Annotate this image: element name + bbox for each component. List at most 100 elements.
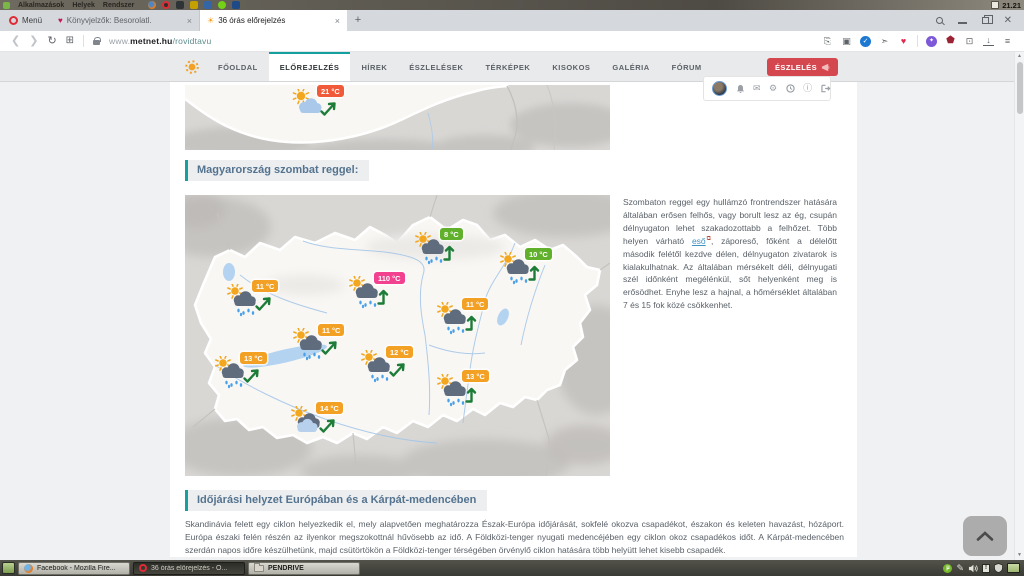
close-icon[interactable]: ✕ [1004, 16, 1012, 26]
wind-arrow-up-icon [442, 242, 458, 267]
terminal-launcher[interactable] [176, 1, 184, 9]
taskbar: Facebook - Mozilla Fire... 36 órás előre… [0, 560, 1024, 576]
browser-tab-bar: Menü ♥ Könyvjelzők: Besorolatl. × ☀36 órá… [0, 10, 1024, 31]
tablet-pen-icon[interactable]: ✎ [956, 564, 964, 573]
panel-menu-helyek[interactable]: Helyek [72, 2, 95, 9]
reload-icon[interactable]: ↻ [47, 36, 56, 47]
heart-icon: ♥ [58, 16, 63, 25]
wind-arrow-ne-icon [320, 338, 339, 362]
metnet-sun-logo-icon[interactable] [184, 59, 200, 75]
temperature-badge: 8 °C [440, 228, 463, 240]
graphics-launcher[interactable] [190, 1, 198, 9]
secure-lock-icon[interactable] [93, 40, 100, 45]
share-icon[interactable]: ⎘ [822, 36, 833, 47]
browser-toolbar-icons: ⎘ ▣ ✓ ➣ ♥ ✦ ⬟ ⊡ ↓ ≡ [822, 35, 1013, 47]
temperature-badge: 11 °C [318, 324, 344, 336]
vpn-badge-icon[interactable]: ✓ [860, 36, 871, 47]
weather-station: 10 °C [498, 249, 562, 291]
wine-launcher[interactable] [204, 1, 212, 9]
wind-arrow-ne-icon [388, 360, 407, 384]
wind-arrow-up-icon [527, 262, 543, 287]
nav-item-0[interactable]: FŐOLDAL [207, 52, 269, 81]
nav-item-6[interactable]: GALÉRIA [601, 52, 660, 81]
scrollbar-down-icon[interactable]: ▼ [1015, 551, 1024, 560]
browser-tab-1[interactable]: ☀36 órás előrejelzés × [199, 10, 347, 31]
history-clock-icon[interactable] [786, 84, 795, 93]
distro-menu-icon[interactable] [3, 2, 10, 9]
battery-icon[interactable] [1007, 563, 1020, 573]
megaphone-icon [821, 63, 830, 72]
logout-icon[interactable] [821, 84, 831, 93]
eszleles-button[interactable]: ÉSZLELÉS [767, 58, 838, 76]
scrollbar-up-icon[interactable]: ▲ [1015, 52, 1024, 61]
divider [917, 35, 918, 47]
hungary-weather-map: 11 °C 8 °C 10 °C 110 °C 11 °C 13 °C 11 °… [185, 195, 610, 476]
extension-purple-icon[interactable]: ✦ [926, 36, 937, 47]
minimize-icon[interactable] [958, 22, 967, 24]
adblock-shield-icon[interactable]: ⬟ [945, 36, 956, 47]
settings-sliders-icon[interactable]: ≡ [1002, 36, 1013, 47]
nav-item-1[interactable]: ELŐREJELZÉS [269, 52, 351, 81]
scrollbar-thumb[interactable] [1017, 62, 1023, 114]
media-player-launcher[interactable] [232, 1, 240, 9]
temperature-badge: 110 °C [374, 272, 405, 284]
scrollbar[interactable]: ▲ ▼ [1014, 52, 1024, 560]
show-desktop-button[interactable] [2, 562, 15, 574]
temperature-badge: 11 °C [462, 298, 488, 310]
security-shield-icon[interactable] [994, 563, 1003, 573]
speed-dial-icon[interactable]: ⊞ [66, 36, 74, 46]
browser-tab-0[interactable]: ♥ Könyvjelzők: Besorolatl. × [51, 10, 199, 31]
avatar[interactable] [712, 81, 727, 96]
weather-station: 12 °C [359, 347, 423, 389]
panel-menu-alkalmazások[interactable]: Alkalmazások [18, 2, 64, 9]
opera-menu-label: Menü [22, 16, 42, 25]
restore-icon[interactable] [982, 17, 989, 24]
search-icon[interactable] [936, 17, 943, 24]
scroll-to-top-button[interactable] [963, 516, 1007, 556]
panel-menu-rendszer[interactable]: Rendszer [103, 2, 135, 9]
panel-launchers [148, 1, 240, 9]
page-content: 21 °C ✉⚙ⓘ Magyarország szombat reggel: [170, 82, 857, 557]
taskbar-window-2[interactable]: PENDRIVE [248, 562, 360, 575]
keyboard-layout-icon[interactable] [991, 1, 999, 9]
opera-menu-button[interactable]: Menü [0, 10, 51, 31]
tab-close-icon[interactable]: × [187, 16, 192, 26]
taskbar-window-0[interactable]: Facebook - Mozilla Fire... [18, 562, 130, 575]
flow-icon[interactable]: ➣ [879, 36, 890, 47]
utorrent-launcher[interactable] [218, 1, 226, 9]
sidebar-box-icon[interactable]: ⊡ [964, 36, 975, 47]
nav-item-2[interactable]: HÍREK [350, 52, 398, 81]
desktop-top-panel: AlkalmazásokHelyekRendszer 21.21 [0, 0, 1024, 10]
utorrent-tray-icon[interactable]: µ [943, 564, 952, 573]
updates-icon[interactable]: ! [982, 564, 990, 573]
volume-icon[interactable] [968, 564, 978, 573]
download-icon[interactable]: ↓ [983, 37, 994, 46]
rain-link[interactable]: eső [692, 236, 706, 246]
europe-paragraph: Skandinávia felett egy ciklon helyezkedi… [185, 518, 844, 557]
back-icon[interactable]: ❮ [11, 36, 20, 47]
firefox-launcher[interactable] [148, 1, 156, 9]
info-icon[interactable]: ⓘ [803, 84, 812, 93]
settings-gear-icon[interactable]: ⚙ [769, 84, 777, 93]
temperature-badge: 12 °C [386, 346, 413, 358]
nav-item-4[interactable]: TÉRKÉPEK [474, 52, 541, 81]
tab-close-icon[interactable]: × [335, 16, 340, 26]
forward-icon[interactable]: ❯ [29, 36, 38, 47]
wind-arrow-up-icon [464, 384, 480, 409]
opera-logo-icon [9, 16, 18, 25]
wind-arrow-up-icon [464, 312, 480, 337]
nav-item-5[interactable]: KISOKOS [541, 52, 601, 81]
wind-arrow-ne-icon [318, 416, 337, 440]
temperature-badge: 13 °C [462, 370, 489, 382]
snapshot-icon[interactable]: ▣ [841, 36, 852, 47]
likes-heart-icon[interactable]: ♥ [898, 36, 909, 47]
url-field[interactable]: www.metnet.hu/rovidtavu [109, 36, 211, 46]
bell-icon[interactable] [736, 84, 745, 94]
opera-launcher[interactable] [162, 1, 170, 9]
tab-title: Könyvjelzők: Besorolatl. [67, 16, 183, 25]
mail-icon[interactable]: ✉ [753, 84, 761, 93]
nav-item-3[interactable]: ÉSZLELÉSEK [398, 52, 474, 81]
taskbar-window-1[interactable]: 36 órás előrejelzés - O... [133, 562, 245, 575]
temperature-badge: 10 °C [525, 248, 552, 260]
new-tab-button[interactable]: + [347, 10, 369, 31]
